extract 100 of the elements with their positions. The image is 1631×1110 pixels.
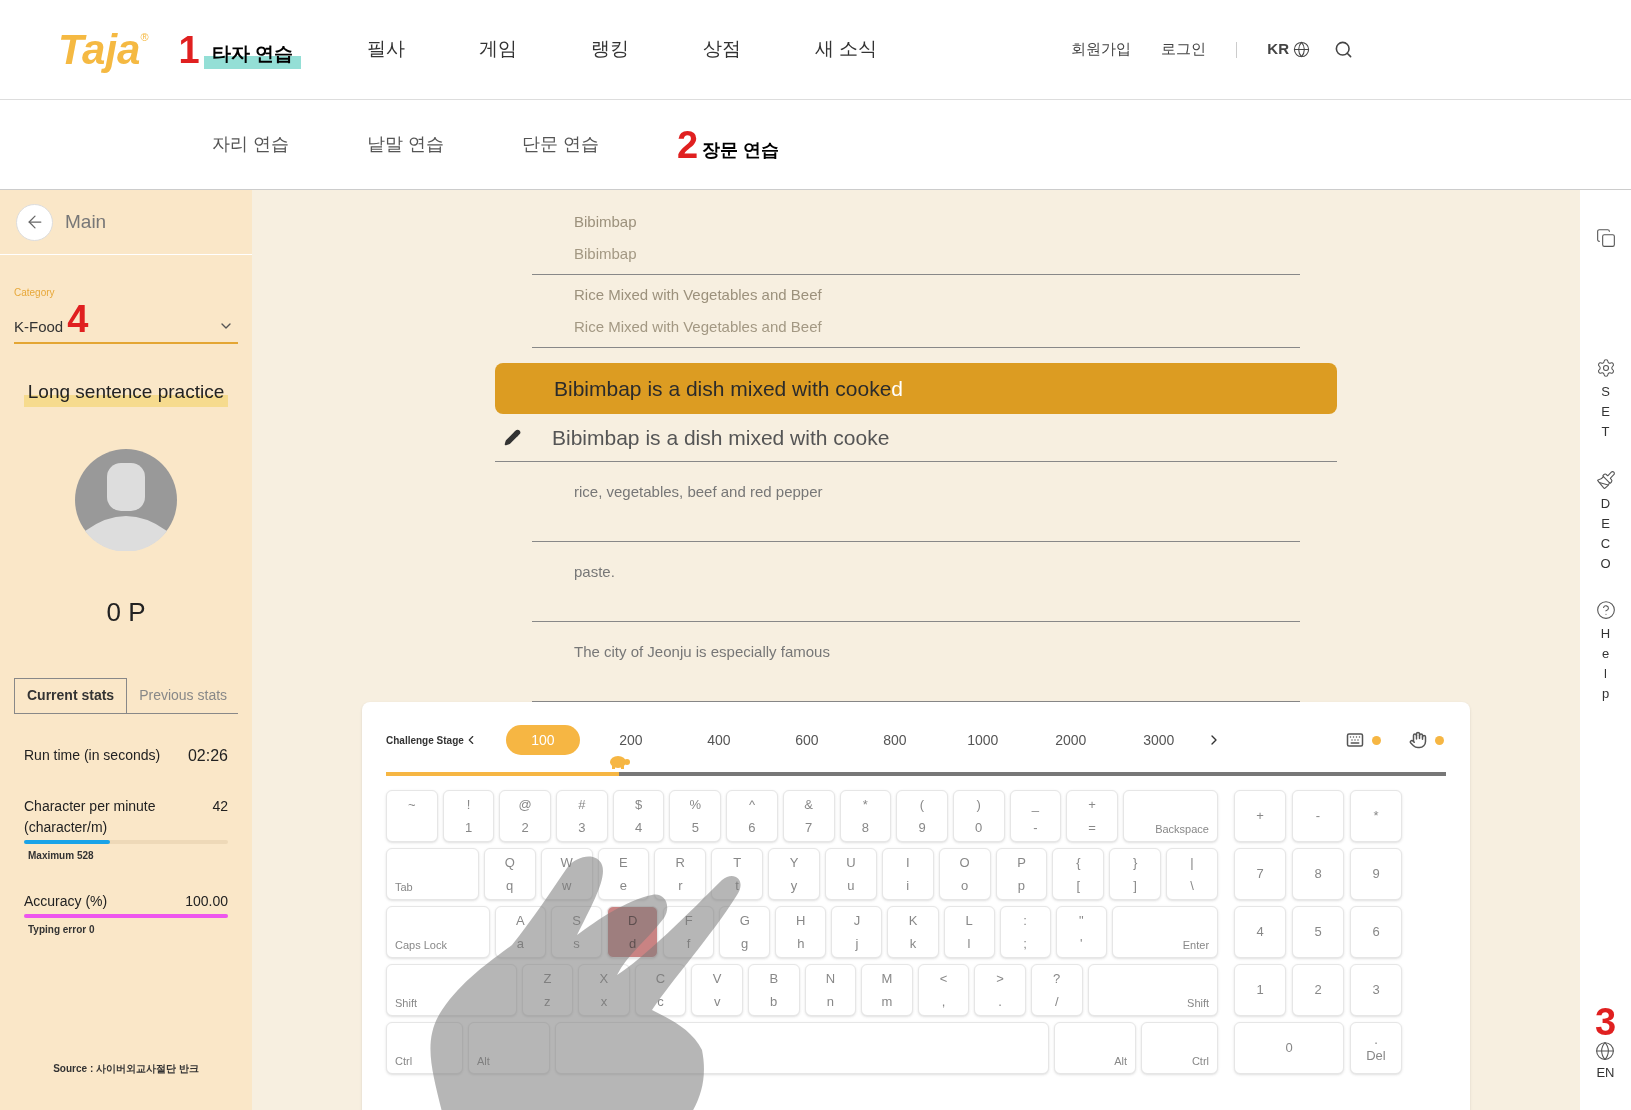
menu-label[interactable]: DECO (1601, 494, 1610, 574)
stage-tab[interactable]: 200 (593, 725, 668, 755)
keyboard-key[interactable]: Shift (1087, 964, 1219, 1016)
keyboard-key[interactable]: { [ (1052, 848, 1105, 900)
keyboard-key[interactable]: + (1234, 790, 1286, 842)
stat-note: Maximum 528 (28, 848, 95, 863)
nav-link[interactable]: 게임 (471, 35, 525, 64)
nav-link[interactable]: 필사 (359, 35, 413, 64)
keyboard-key[interactable]: V v (691, 964, 743, 1016)
keyboard-key[interactable]: Caps Lock (386, 906, 490, 958)
stage-tab[interactable]: 400 (681, 725, 756, 755)
keyboard-key[interactable]: ^ 6 (726, 790, 778, 842)
keyboard-key[interactable]: _ - (1009, 790, 1062, 842)
keyboard-key[interactable]: 2 (1292, 964, 1344, 1016)
keyboard-key[interactable]: @ 2 (499, 790, 552, 842)
upcoming-line-text: rice, vegetables, beef and red pepper (573, 483, 823, 500)
keyboard-key[interactable]: O o (938, 848, 991, 900)
keyboard-key[interactable]: . Del (1350, 1022, 1402, 1074)
keyboard-key[interactable]: # 3 (556, 790, 608, 842)
keyboard-key[interactable]: Enter (1111, 906, 1219, 958)
keyboard-key[interactable]: J j (831, 906, 883, 958)
keyboard-key[interactable]: E e (597, 848, 650, 900)
globe-icon (1293, 41, 1310, 58)
globe-icon (1595, 1040, 1616, 1061)
keyboard-key[interactable]: ) 0 (952, 790, 1005, 842)
keyboard-key[interactable]: Q q (483, 848, 536, 900)
keyboard-key[interactable]: Alt (1054, 1022, 1137, 1074)
typing-input[interactable]: Bibimbap is a dish mixed with cooke (552, 421, 1337, 454)
keyboard-key[interactable]: N n (804, 964, 857, 1016)
language-link[interactable]: KR (1267, 38, 1289, 61)
keyboard-key[interactable]: D d (607, 906, 659, 958)
keyboard-key[interactable]: I i (881, 848, 934, 900)
keyboard-key[interactable]: - (1292, 790, 1344, 842)
account-link[interactable]: 로그인 (1161, 38, 1207, 61)
keyboard-key[interactable]: + = (1066, 790, 1118, 842)
keyboard-key[interactable]: Backspace (1122, 790, 1218, 842)
keyboard-key[interactable]: 4 (1234, 906, 1286, 958)
stage-tab[interactable]: 600 (769, 725, 844, 755)
keyboard-key[interactable]: Tab (386, 848, 479, 900)
keyboard-key[interactable]: * (1350, 790, 1402, 842)
keyboard-key[interactable]: L l (943, 906, 995, 958)
nav-link[interactable]: 랭킹 (583, 35, 637, 64)
subnav-tab[interactable]: 장문 연습 (702, 136, 780, 164)
keyboard-key[interactable]: 7 (1234, 848, 1286, 900)
keyboard-key[interactable]: ( 9 (896, 790, 948, 842)
keyboard-key[interactable]: $ 4 (612, 790, 665, 842)
keyboard-key[interactable]: 5 (1292, 906, 1344, 958)
keyboard-key[interactable]: 6 (1350, 906, 1402, 958)
keyboard-key[interactable]: P p (995, 848, 1048, 900)
nav-link[interactable]: 새 소식 (807, 35, 886, 64)
hand-icon[interactable] (1409, 731, 1427, 749)
keyboard-key[interactable]: G g (719, 906, 771, 958)
subnav-tab[interactable]: 단문 연습 (522, 131, 600, 158)
menu-label[interactable]: SET (1601, 382, 1610, 442)
keyboard-key[interactable]: * 8 (839, 790, 892, 842)
keyboard-key[interactable]: K k (887, 906, 939, 958)
keyboard-key[interactable]: Ctrl (1141, 1022, 1218, 1074)
keyboard-key[interactable]: > . (974, 964, 1026, 1016)
keyboard-key[interactable]: Y y (768, 848, 820, 900)
keyboard-key[interactable]: 8 (1292, 848, 1344, 900)
keyboard-key[interactable]: 1 (1234, 964, 1286, 1016)
upcoming-line-text: The city of Jeonju is especially famous (573, 643, 830, 660)
keyboard-key[interactable]: 3 (1350, 964, 1402, 1016)
search-icon[interactable] (1334, 40, 1353, 59)
keyboard-key[interactable]: " ' (1055, 906, 1107, 958)
language-link[interactable]: EN (1596, 1062, 1615, 1082)
keyboard-key[interactable]: H h (775, 906, 827, 958)
typed-line-text: Rice Mixed with Vegetables and Beef (573, 316, 823, 337)
stage-tab[interactable]: 2000 (1033, 725, 1108, 755)
keyboard-key[interactable]: B b (747, 964, 800, 1016)
keyboard-icon[interactable] (1346, 731, 1364, 749)
account-link[interactable]: 회원가입 (1071, 38, 1132, 61)
keyboard-key[interactable]: ? / (1030, 964, 1083, 1016)
keyboard-key[interactable]: R r (654, 848, 707, 900)
stats-tab[interactable]: Current stats (14, 677, 128, 713)
stat-label: Character per minute (character/m) (24, 796, 157, 837)
keyboard-key[interactable]: Ctrl (386, 1022, 463, 1074)
stage-tab[interactable]: 800 (857, 725, 932, 755)
stats-tab[interactable]: Previous stats (127, 677, 240, 713)
menu-label[interactable]: Help (1601, 624, 1610, 704)
keyboard-key[interactable]: U u (824, 848, 877, 900)
keyboard-key[interactable]: 9 (1350, 848, 1402, 900)
keyboard-key[interactable]: 0 (1234, 1022, 1344, 1074)
stage-tab[interactable]: 1000 (945, 725, 1020, 755)
keyboard-key[interactable]: | \ (1166, 848, 1218, 900)
keyboard-key[interactable]: & 7 (782, 790, 835, 842)
keyboard-key[interactable]: ! 1 (442, 790, 495, 842)
keyboard-key[interactable]: M m (861, 964, 913, 1016)
completed-line-text: Bibimbap (573, 211, 638, 232)
keyboard-key[interactable]: % 5 (669, 790, 722, 842)
keyboard-key[interactable]: ~ (386, 790, 438, 842)
subnav-tab[interactable]: 낱말 연습 (367, 131, 445, 158)
subnav-tab[interactable]: 자리 연습 (212, 131, 289, 158)
category-select[interactable]: Category K-Food 4 (14, 285, 238, 344)
nav-link[interactable]: 상점 (695, 35, 749, 64)
stage-tab[interactable]: 3000 (1121, 725, 1196, 755)
keyboard-key[interactable]: < , (917, 964, 970, 1016)
keyboard-key[interactable]: Shift (386, 964, 517, 1016)
keyboard-key[interactable]: } ] (1109, 848, 1162, 900)
keyboard-key[interactable]: : ; (999, 906, 1051, 958)
